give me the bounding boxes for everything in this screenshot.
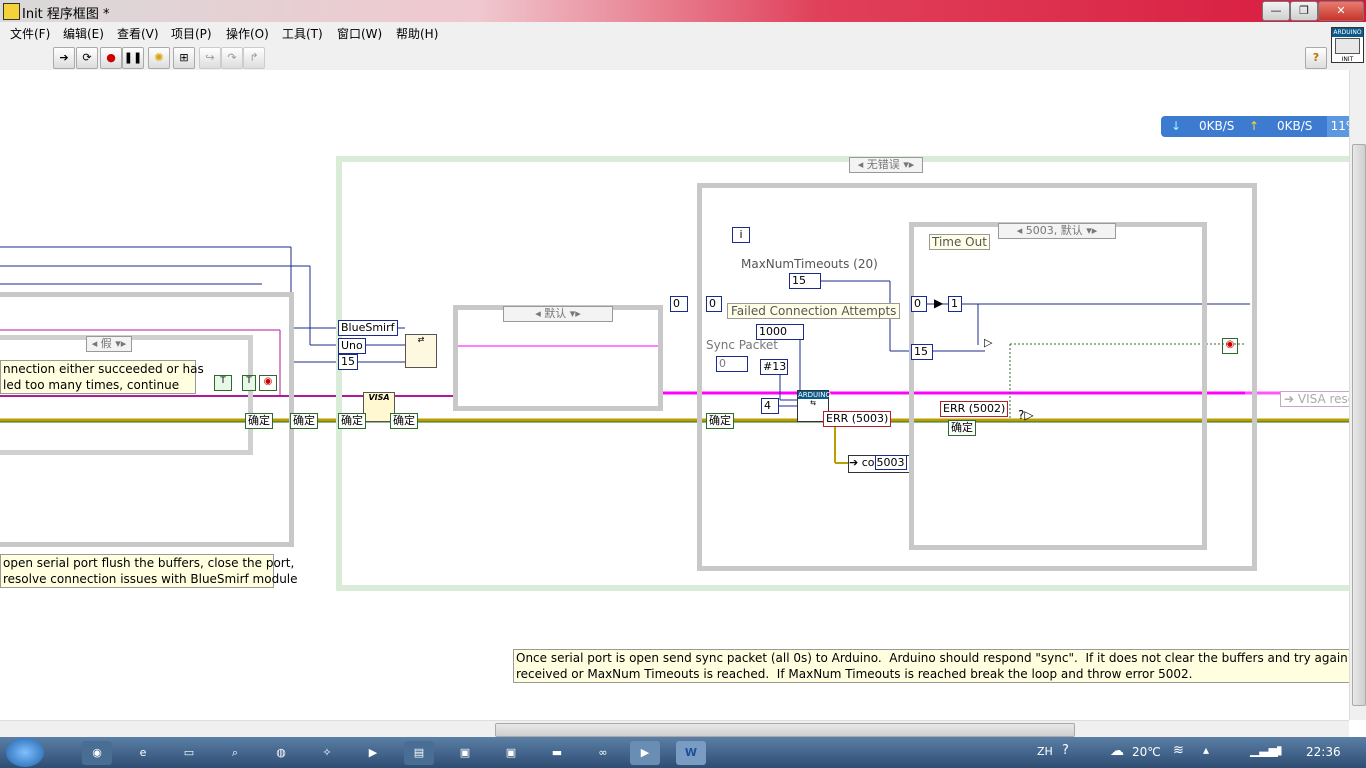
menu-tools[interactable]: 工具(T) bbox=[282, 25, 323, 42]
windows-taskbar: ◉ e ▭ ⌕ ◍ ✧ ▶ ▤ ▣ ▣ ▬ ∞ ▶ W ZH ? ☁ 20℃ ≋… bbox=[0, 737, 1366, 768]
highlight-execution-icon[interactable]: ✺ bbox=[148, 47, 170, 69]
run-arrow-icon[interactable]: ➔ bbox=[53, 47, 75, 69]
ok-constant-2[interactable]: 确定 bbox=[290, 413, 318, 429]
labview-front-icon[interactable]: ▤ bbox=[404, 741, 434, 765]
temperature: 20℃ bbox=[1132, 745, 1161, 759]
case-selector-5003[interactable]: ◂ 5003, 默认 ▾▸ bbox=[998, 223, 1116, 239]
network-app-icon[interactable]: ✧ bbox=[312, 741, 342, 765]
horizontal-scroll-thumb[interactable] bbox=[495, 723, 1075, 737]
labview-app-icon bbox=[3, 3, 20, 20]
help-tray-icon[interactable]: ? bbox=[1062, 743, 1069, 758]
ok-constant-6[interactable]: 确定 bbox=[948, 420, 976, 436]
left-case-structure bbox=[0, 335, 253, 455]
sync-packet-label: Sync Packet bbox=[706, 338, 778, 352]
retain-wire-values-icon[interactable]: ⊞ bbox=[173, 47, 195, 69]
case-selector-default[interactable]: ◂ 默认 ▾▸ bbox=[503, 306, 613, 322]
comment-sync-description: Once serial port is open send sync packe… bbox=[513, 649, 1366, 683]
shift-reg-zero-left[interactable]: 0 bbox=[670, 296, 688, 312]
step-out-icon[interactable]: ↱ bbox=[243, 47, 265, 69]
bool-constant-2[interactable]: T bbox=[242, 375, 256, 391]
battery-icon[interactable]: ▮ bbox=[1276, 743, 1283, 757]
window-title: Init 程序框图 * bbox=[22, 7, 110, 22]
clock[interactable]: 22:36 bbox=[1306, 745, 1341, 759]
select-node[interactable]: ?▷ bbox=[1018, 408, 1038, 428]
search-app-icon[interactable]: ⌕ bbox=[220, 741, 250, 765]
comment-open-serial: open serial port flush the buffers, clos… bbox=[0, 554, 298, 588]
menu-file[interactable]: 文件(F) bbox=[10, 25, 50, 42]
video-app-icon[interactable]: ▶ bbox=[358, 741, 388, 765]
bool-constant-1[interactable]: T bbox=[214, 375, 232, 391]
four-constant[interactable]: 4 bbox=[761, 398, 779, 414]
run-continuously-icon[interactable]: ⟳ bbox=[76, 47, 98, 69]
ok-constant-1[interactable]: 确定 bbox=[245, 413, 273, 429]
word-icon[interactable]: W bbox=[676, 741, 706, 765]
wifi-icon[interactable]: ≋ bbox=[1173, 743, 1184, 758]
error-code-node[interactable]: ➔ co 5003 bbox=[848, 455, 910, 473]
visa-resource-out: ➔ VISA reso bbox=[1280, 391, 1360, 407]
failed-attempts-label: Failed Connection Attempts bbox=[727, 303, 901, 319]
vertical-scroll-thumb[interactable] bbox=[1352, 144, 1366, 706]
pause-icon[interactable]: ❚❚ bbox=[122, 47, 144, 69]
arduino-ide-icon[interactable]: ∞ bbox=[588, 741, 618, 765]
stop-terminal-icon[interactable]: ◉ bbox=[259, 375, 277, 391]
abort-icon[interactable]: ● bbox=[100, 47, 122, 69]
tray-arrow-icon[interactable]: ▴ bbox=[1203, 743, 1209, 757]
uno-constant[interactable]: Uno bbox=[338, 338, 366, 354]
horizontal-scrollbar[interactable] bbox=[0, 720, 1349, 738]
max-timeouts-value[interactable]: 15 bbox=[789, 273, 821, 289]
compare-node[interactable]: ▷ bbox=[984, 336, 998, 352]
increment-node[interactable]: ▶ bbox=[934, 296, 948, 312]
menu-bar: 文件(F) 编辑(E) 查看(V) 项目(P) 操作(O) 工具(T) 窗口(W… bbox=[0, 22, 1366, 44]
explorer-window-icon[interactable]: ▭ bbox=[174, 741, 204, 765]
timeout-case-structure bbox=[909, 222, 1207, 550]
menu-operate[interactable]: 操作(O) bbox=[226, 25, 269, 42]
char13-constant[interactable]: #13 bbox=[760, 359, 788, 375]
language-indicator[interactable]: ZH bbox=[1037, 745, 1053, 758]
weather-cloud-icon[interactable]: ☁ bbox=[1110, 743, 1124, 759]
max-fifteen-inner[interactable]: 15 bbox=[911, 344, 933, 360]
title-bar bbox=[0, 0, 1366, 22]
maximize-button[interactable]: ❐ bbox=[1290, 1, 1318, 21]
shift-reg-zero-inner[interactable]: 0 bbox=[706, 296, 722, 312]
case-selector-false[interactable]: ◂ 假 ▾▸ bbox=[86, 336, 132, 352]
loop-counter-zero[interactable]: 0 bbox=[911, 296, 927, 312]
vi-icon: ARDUINO INIT bbox=[1331, 27, 1364, 63]
err-5002-constant[interactable]: ERR (5002) bbox=[940, 401, 1009, 417]
labview-icon[interactable]: ▶ bbox=[630, 741, 660, 765]
firefox-icon[interactable]: ◍ bbox=[266, 741, 296, 765]
folder-icon[interactable]: ▬ bbox=[542, 741, 572, 765]
close-button[interactable]: ✕ bbox=[1318, 1, 1364, 21]
start-button[interactable] bbox=[6, 738, 44, 767]
fifteen-constant[interactable]: 15 bbox=[338, 354, 358, 370]
menu-help[interactable]: 帮助(H) bbox=[396, 25, 438, 42]
step-over-icon[interactable]: ↷ bbox=[221, 47, 243, 69]
signal-icon[interactable]: ▁▃▅ bbox=[1250, 743, 1278, 757]
menu-project[interactable]: 项目(P) bbox=[171, 25, 212, 42]
briefcase2-icon[interactable]: ▣ bbox=[496, 741, 526, 765]
menu-edit[interactable]: 编辑(E) bbox=[63, 25, 104, 42]
comment-connection-status: nnection either succeeded or has led too… bbox=[0, 360, 204, 394]
timeout-label: Time Out bbox=[929, 234, 990, 250]
minimize-button[interactable]: — bbox=[1262, 1, 1290, 21]
briefcase-icon[interactable]: ▣ bbox=[450, 741, 480, 765]
chrome-icon[interactable]: ◉ bbox=[82, 741, 112, 765]
step-into-icon[interactable]: ↪ bbox=[199, 47, 221, 69]
sync-packet-array[interactable]: 0 bbox=[716, 356, 748, 372]
ok-constant-3[interactable]: 确定 bbox=[338, 413, 366, 429]
vertical-scrollbar[interactable] bbox=[1349, 70, 1366, 720]
max-timeouts-label: MaxNumTimeouts (20) bbox=[741, 257, 878, 271]
iteration-terminal: i bbox=[732, 227, 750, 243]
ie-icon[interactable]: e bbox=[128, 741, 158, 765]
loop-stop-icon[interactable]: ◉ bbox=[1222, 338, 1238, 354]
ok-constant-5[interactable]: 确定 bbox=[706, 413, 734, 429]
one-constant[interactable]: 1 bbox=[948, 296, 962, 312]
menu-window[interactable]: 窗口(W) bbox=[337, 25, 382, 42]
help-icon[interactable]: ? bbox=[1305, 47, 1327, 69]
bluesmirf-constant[interactable]: BlueSmirf bbox=[338, 320, 398, 336]
case-selector-no-error[interactable]: ◂ 无错误 ▾▸ bbox=[849, 157, 923, 173]
err-5003-constant[interactable]: ERR (5003) bbox=[823, 411, 892, 427]
menu-view[interactable]: 查看(V) bbox=[117, 25, 159, 42]
ok-constant-4[interactable]: 确定 bbox=[390, 413, 418, 429]
serial-config-node[interactable]: ⇄ bbox=[405, 334, 437, 368]
